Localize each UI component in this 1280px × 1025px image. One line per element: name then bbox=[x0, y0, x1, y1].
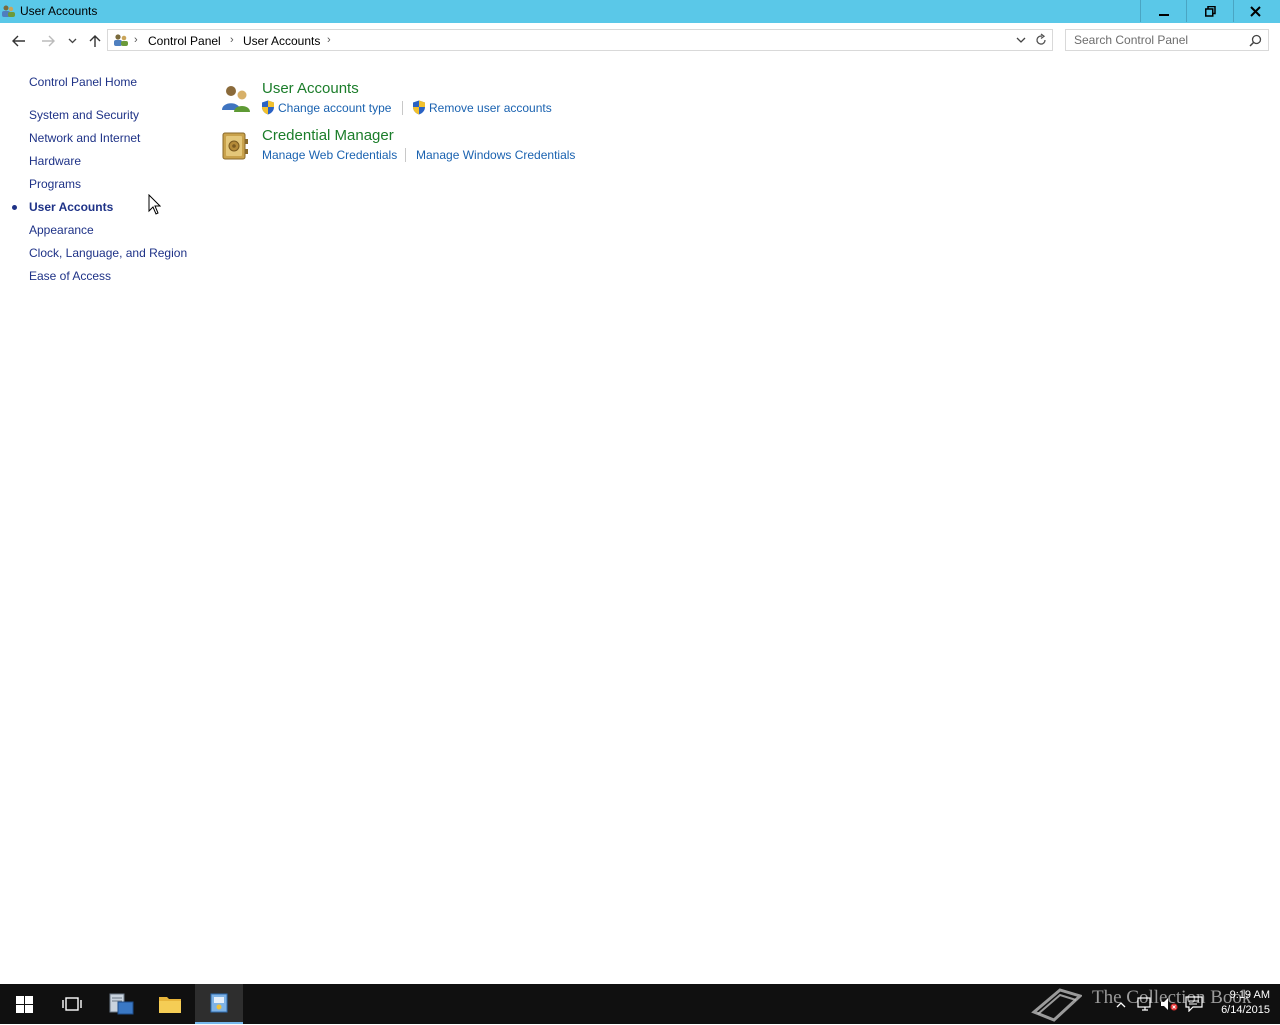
task-view-button[interactable] bbox=[48, 984, 96, 1024]
nav-user-accounts[interactable]: User Accounts bbox=[29, 200, 113, 214]
control-panel-taskbar-icon[interactable] bbox=[195, 984, 243, 1024]
breadcrumb-user-accounts[interactable]: User Accounts bbox=[243, 34, 320, 48]
control-panel-home-link[interactable]: Control Panel Home bbox=[29, 75, 137, 89]
manage-web-credentials-link[interactable]: Manage Web Credentials bbox=[262, 148, 397, 162]
uac-shield-icon bbox=[261, 100, 275, 115]
address-bar[interactable]: › Control Panel › User Accounts › bbox=[107, 29, 1053, 51]
network-icon[interactable] bbox=[1134, 984, 1156, 1024]
system-clock[interactable]: 9:19 AM 6/14/2015 bbox=[1210, 988, 1270, 1018]
nav-system-and-security[interactable]: System and Security bbox=[29, 108, 139, 122]
current-item-bullet bbox=[12, 205, 17, 210]
refresh-icon[interactable] bbox=[1035, 33, 1047, 50]
volume-muted-icon[interactable] bbox=[1158, 984, 1180, 1024]
task-divider bbox=[405, 148, 406, 162]
user-accounts-app-icon bbox=[1, 4, 15, 18]
search-input[interactable] bbox=[1066, 30, 1250, 50]
breadcrumb-separator[interactable]: › bbox=[327, 34, 331, 46]
breadcrumb-separator[interactable]: › bbox=[230, 34, 234, 46]
show-hidden-icons-chevron-icon[interactable] bbox=[1112, 984, 1130, 1024]
remove-user-accounts-link[interactable]: Remove user accounts bbox=[429, 101, 552, 115]
user-accounts-title-link[interactable]: User Accounts bbox=[262, 80, 359, 97]
nav-hardware[interactable]: Hardware bbox=[29, 154, 81, 168]
change-account-type-link[interactable]: Change account type bbox=[278, 101, 391, 115]
recent-locations-chevron-icon[interactable] bbox=[62, 32, 82, 50]
uac-shield-icon bbox=[412, 100, 426, 115]
control-panel-icon bbox=[113, 33, 129, 50]
minimize-button[interactable] bbox=[1140, 0, 1187, 22]
close-button[interactable] bbox=[1232, 0, 1278, 22]
up-button[interactable] bbox=[85, 32, 105, 50]
clock-time: 9:19 AM bbox=[1229, 989, 1270, 1001]
start-button[interactable] bbox=[0, 984, 48, 1024]
clock-date: 6/14/2015 bbox=[1221, 1004, 1270, 1016]
file-explorer-taskbar-icon[interactable] bbox=[146, 984, 194, 1024]
nav-ease-of-access[interactable]: Ease of Access bbox=[29, 269, 111, 283]
title-bar: User Accounts bbox=[0, 0, 1280, 23]
forward-button[interactable] bbox=[38, 32, 58, 50]
task-divider bbox=[402, 101, 403, 115]
nav-appearance[interactable]: Appearance bbox=[29, 223, 94, 237]
window-title: User Accounts bbox=[20, 4, 98, 18]
nav-clock-language-region[interactable]: Clock, Language, and Region bbox=[29, 246, 187, 260]
watermark-book-logo bbox=[1030, 982, 1083, 1025]
back-button[interactable] bbox=[9, 32, 29, 50]
restore-button[interactable] bbox=[1186, 0, 1234, 22]
taskbar: The Collection Book 9:19 AM 6/14/2015 bbox=[0, 984, 1280, 1024]
search-box[interactable] bbox=[1065, 29, 1269, 51]
vault-icon[interactable] bbox=[220, 129, 252, 161]
address-history-chevron-icon[interactable] bbox=[1016, 34, 1026, 49]
nav-programs[interactable]: Programs bbox=[29, 177, 81, 191]
mouse-pointer-icon bbox=[148, 193, 162, 218]
nav-network-and-internet[interactable]: Network and Internet bbox=[29, 131, 140, 145]
server-manager-taskbar-icon[interactable] bbox=[97, 984, 145, 1024]
credential-manager-title-link[interactable]: Credential Manager bbox=[262, 127, 394, 144]
search-icon[interactable] bbox=[1249, 34, 1262, 50]
breadcrumb-control-panel[interactable]: Control Panel bbox=[148, 34, 221, 48]
users-icon[interactable] bbox=[220, 82, 252, 114]
breadcrumb-separator[interactable]: › bbox=[134, 34, 138, 46]
action-center-icon[interactable] bbox=[1182, 984, 1206, 1024]
manage-windows-credentials-link[interactable]: Manage Windows Credentials bbox=[416, 148, 575, 162]
